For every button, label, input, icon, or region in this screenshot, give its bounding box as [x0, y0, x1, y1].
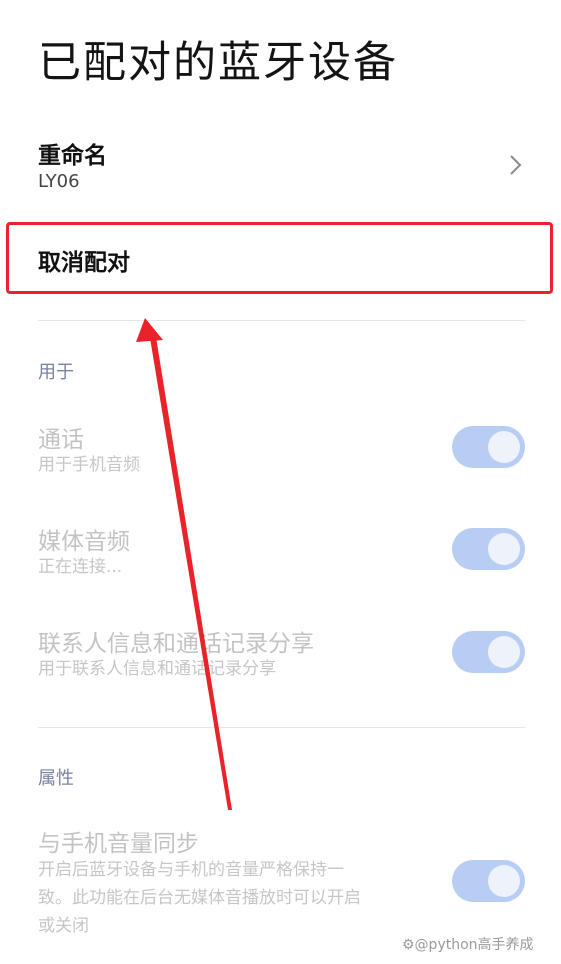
- toggle-knob: [488, 865, 520, 897]
- section-header-properties: 属性: [38, 768, 74, 789]
- call-subtitle: 用于手机音频: [38, 455, 140, 475]
- rename-row[interactable]: 重命名 LY06: [0, 128, 561, 204]
- media-audio-subtitle: 正在连接...: [38, 557, 123, 577]
- rename-label: 重命名: [38, 143, 107, 169]
- volume-sync-title: 与手机音量同步: [38, 831, 199, 857]
- toggle-knob: [488, 533, 520, 565]
- toggle-knob: [488, 431, 520, 463]
- section-header-used-for: 用于: [38, 362, 74, 383]
- contacts-share-title: 联系人信息和通话记录分享: [38, 631, 314, 657]
- device-name-value: LY06: [38, 171, 80, 192]
- volume-sync-subtitle-line2: 致。此功能在后台无媒体音播放时可以开启: [38, 888, 361, 908]
- contacts-share-toggle[interactable]: [452, 631, 525, 673]
- watermark: ⚙@python高手养成: [402, 937, 534, 953]
- call-title: 通话: [38, 427, 84, 453]
- volume-sync-subtitle-line1: 开启后蓝牙设备与手机的音量严格保持一: [38, 860, 344, 880]
- divider: [38, 727, 525, 728]
- toggle-knob: [488, 636, 520, 668]
- media-audio-title: 媒体音频: [38, 529, 130, 555]
- chevron-right-icon: [510, 155, 522, 175]
- divider: [38, 320, 525, 321]
- media-audio-toggle[interactable]: [452, 528, 525, 570]
- page-title: 已配对的蓝牙设备: [38, 38, 398, 88]
- contacts-share-subtitle: 用于联系人信息和通话记录分享: [38, 659, 276, 679]
- call-toggle[interactable]: [452, 426, 525, 468]
- volume-sync-toggle[interactable]: [452, 860, 525, 902]
- unpair-button[interactable]: 取消配对: [6, 222, 553, 294]
- volume-sync-subtitle-line3: 或关闭: [38, 916, 89, 936]
- unpair-label: 取消配对: [38, 250, 130, 276]
